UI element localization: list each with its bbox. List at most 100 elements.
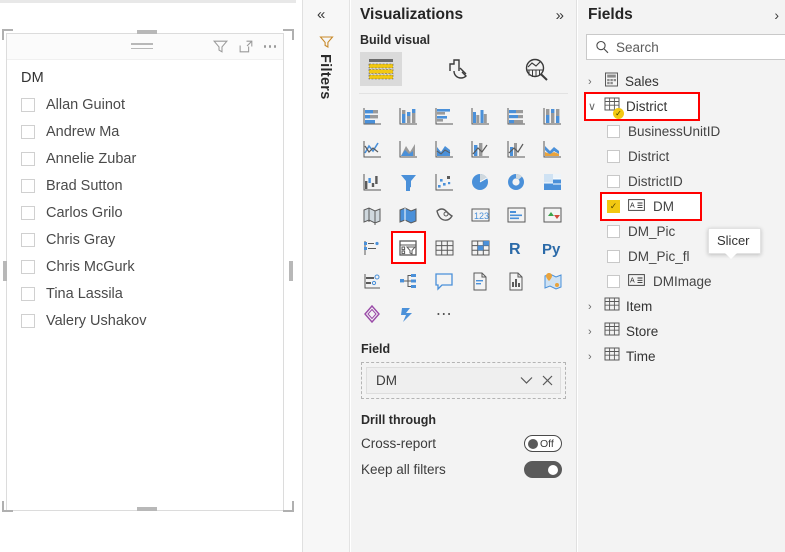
field-item-dm[interactable]: ✓ A DM (600, 192, 702, 221)
slicer-checkbox[interactable] (21, 313, 35, 328)
chevron-down-icon[interactable] (520, 376, 533, 385)
filters-pane-collapsed[interactable]: « Filters (302, 0, 350, 552)
field-item-districtid[interactable]: DistrictID (578, 169, 785, 194)
table-icon[interactable] (428, 232, 461, 263)
map-icon[interactable] (356, 199, 389, 230)
field-checkbox[interactable] (607, 150, 620, 163)
field-checkbox[interactable]: ✓ (607, 200, 620, 213)
collapse-fields-icon[interactable]: › (774, 7, 779, 23)
shape-map-icon[interactable] (428, 199, 461, 230)
slicer-item[interactable]: Brad Sutton (7, 172, 283, 199)
field-item-dmimage[interactable]: A DMImage (578, 269, 785, 294)
build-visual-tab[interactable] (360, 52, 402, 86)
multi-row-card-icon[interactable] (536, 199, 569, 230)
field-item-businessunitid[interactable]: BusinessUnitID (578, 119, 785, 144)
chevron-right-icon[interactable]: › (588, 76, 598, 88)
filter-icon[interactable] (212, 38, 229, 55)
donut-chart-icon[interactable] (500, 166, 533, 197)
slicer-checkbox[interactable] (21, 97, 35, 112)
slicer-item[interactable]: Carlos Grilo (7, 199, 283, 226)
field-item-district[interactable]: District (578, 144, 785, 169)
field-checkbox[interactable] (607, 250, 620, 263)
chevron-down-icon[interactable]: ∨ (588, 100, 598, 113)
power-apps-icon[interactable] (356, 298, 389, 329)
slicer-item[interactable]: Tina Lassila (7, 280, 283, 307)
azure-map-icon[interactable]: 123 (464, 199, 497, 230)
resize-handle-top[interactable] (137, 30, 157, 34)
chevron-right-icon[interactable]: › (588, 301, 598, 313)
filled-map-icon[interactable] (392, 199, 425, 230)
q-and-a-icon[interactable] (428, 265, 461, 296)
chevron-right-icon[interactable]: › (588, 326, 598, 338)
matrix-icon[interactable] (464, 232, 497, 263)
fields-table-district[interactable]: ∨ ✓ District (584, 92, 700, 121)
resize-handle-bottom-right[interactable] (283, 501, 294, 512)
search-input[interactable]: Search (586, 34, 785, 60)
100-stacked-bar-chart-icon[interactable] (500, 100, 533, 131)
fields-table-sales[interactable]: › Sales (578, 69, 785, 94)
slicer-item[interactable]: Annelie Zubar (7, 145, 283, 172)
stacked-column-chart-icon[interactable] (392, 100, 425, 131)
chevron-right-icon[interactable]: › (588, 351, 598, 363)
kpi-icon[interactable] (356, 232, 389, 263)
field-checkbox[interactable] (607, 125, 620, 138)
power-automate-icon[interactable] (392, 298, 425, 329)
slicer-item[interactable]: Chris Gray (7, 226, 283, 253)
narrative-icon[interactable] (464, 265, 497, 296)
slicer-checkbox[interactable] (21, 259, 35, 274)
slicer-item[interactable]: Valery Ushakov (7, 307, 283, 334)
line-and-clustered-column-chart-icon[interactable] (500, 133, 533, 164)
focus-mode-icon[interactable] (238, 38, 255, 55)
fields-table-time[interactable]: › Time (578, 344, 785, 369)
resize-handle-bottom[interactable] (137, 507, 157, 511)
fields-table-store[interactable]: › Store (578, 319, 785, 344)
field-checkbox[interactable] (607, 275, 620, 288)
line-chart-icon[interactable] (356, 133, 389, 164)
r-script-visual-icon[interactable]: R (500, 232, 533, 263)
funnel-chart-icon[interactable] (392, 166, 425, 197)
slicer-icon[interactable] (391, 231, 426, 264)
100-stacked-column-chart-icon[interactable] (536, 100, 569, 131)
report-canvas[interactable]: DM Allan Guinot Andrew Ma Annelie Zubar Bra… (0, 0, 296, 552)
cross-report-toggle[interactable]: Off (524, 435, 562, 452)
clustered-column-chart-icon[interactable] (464, 100, 497, 131)
resize-handle-top-left[interactable] (2, 29, 13, 40)
resize-handle-right[interactable] (289, 261, 293, 281)
keep-all-filters-toggle[interactable] (524, 461, 562, 478)
area-chart-icon[interactable] (392, 133, 425, 164)
format-visual-tab[interactable] (438, 52, 480, 86)
field-checkbox[interactable] (607, 225, 620, 238)
python-visual-icon[interactable]: Py (536, 232, 569, 263)
resize-handle-left[interactable] (3, 261, 7, 281)
slicer-checkbox[interactable] (21, 178, 35, 193)
decomposition-tree-icon[interactable] (392, 265, 425, 296)
field-drop-zone[interactable]: DM (361, 362, 566, 399)
expand-chevron-icon[interactable]: » (556, 7, 564, 24)
more-visuals-icon[interactable]: ⋯ (428, 298, 461, 329)
collapse-chevron-icon[interactable]: « (317, 6, 325, 23)
slicer-checkbox[interactable] (21, 124, 35, 139)
analytics-tab[interactable] (516, 52, 558, 86)
slicer-item[interactable]: Andrew Ma (7, 118, 283, 145)
slicer-checkbox[interactable] (21, 286, 35, 301)
key-influencers-icon[interactable] (356, 265, 389, 296)
hamburger-menu-icon[interactable] (131, 43, 153, 52)
fields-tree[interactable]: › Sales ∨ ✓ District BusinessUnitID District Di… (578, 69, 785, 369)
visual-type-gallery[interactable]: 123 R Py ⋯ (351, 94, 576, 329)
close-icon[interactable] (542, 375, 553, 386)
resize-handle-bottom-left[interactable] (2, 501, 13, 512)
field-checkbox[interactable] (607, 175, 620, 188)
treemap-icon[interactable] (536, 166, 569, 197)
stacked-bar-chart-icon[interactable] (356, 100, 389, 131)
stacked-area-chart-icon[interactable] (428, 133, 461, 164)
waterfall-chart-icon[interactable] (356, 166, 389, 197)
field-pill-dm[interactable]: DM (366, 367, 561, 394)
arcgis-map-icon[interactable] (536, 265, 569, 296)
fields-table-item[interactable]: › Item (578, 294, 785, 319)
paginated-report-icon[interactable] (500, 265, 533, 296)
more-options-icon[interactable] (263, 45, 276, 48)
card-icon[interactable] (500, 199, 533, 230)
slicer-visual[interactable]: DM Allan Guinot Andrew Ma Annelie Zubar Bra… (6, 33, 284, 511)
slicer-item[interactable]: Allan Guinot (7, 91, 283, 118)
slicer-item[interactable]: Chris McGurk (7, 253, 283, 280)
